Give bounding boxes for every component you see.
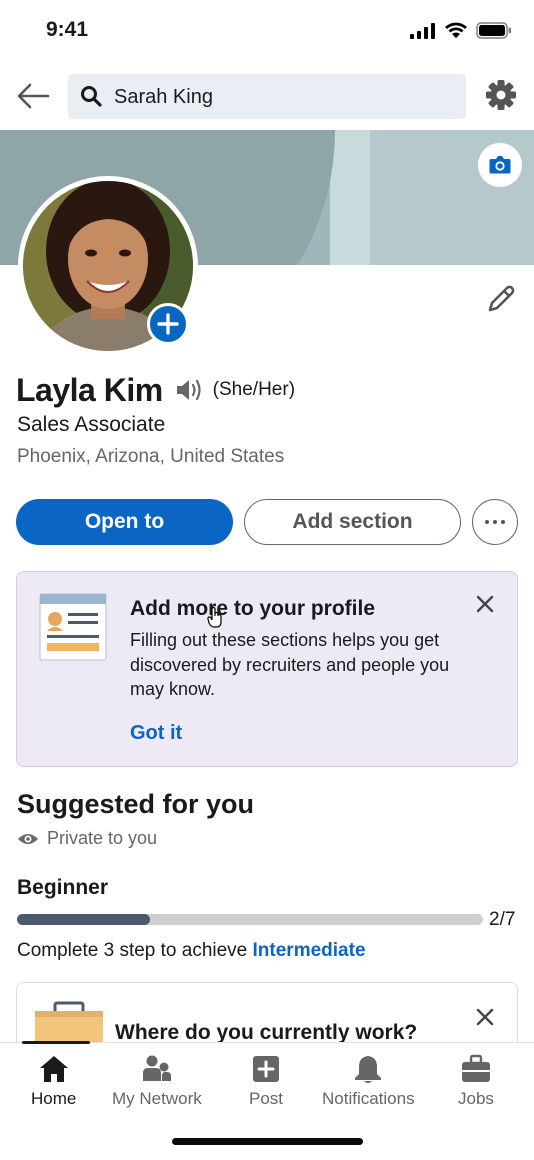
search-icon: [81, 86, 102, 107]
suggested-title: Suggested for you: [17, 789, 255, 819]
privacy-note: Private to you: [17, 828, 157, 849]
profile-tip-card: Add more to your profile Filling out the…: [16, 571, 518, 767]
got-it-link[interactable]: Got it: [130, 722, 182, 745]
nav-my-network[interactable]: My Network: [112, 1053, 202, 1109]
nav-post[interactable]: Post: [249, 1053, 283, 1109]
plus-icon: [157, 313, 179, 335]
close-icon[interactable]: [473, 592, 497, 616]
nav-notifications[interactable]: Notifications: [322, 1053, 415, 1109]
bell-icon: [355, 1056, 382, 1083]
level-label: Beginner: [17, 876, 109, 899]
add-story-button[interactable]: [147, 303, 189, 345]
nav-label: Jobs: [458, 1089, 494, 1108]
gear-icon: [486, 80, 516, 110]
search-input[interactable]: Sarah King: [68, 74, 466, 119]
next-level-text: Complete 3 step to achieve Intermediate: [17, 940, 366, 962]
search-query: Sarah King: [114, 86, 213, 108]
edit-banner-button[interactable]: [478, 143, 522, 187]
settings-button[interactable]: [482, 76, 520, 114]
progress-bar: [17, 914, 483, 925]
nav-label: Home: [31, 1089, 77, 1108]
more-dots-icon: [485, 520, 505, 524]
active-tab-indicator: [22, 1041, 90, 1044]
eye-icon: [18, 833, 38, 844]
more-button[interactable]: [472, 499, 518, 545]
top-bar: Sarah King: [0, 62, 534, 130]
home-icon: [39, 1056, 68, 1082]
tip-title: Add more to your profile: [130, 597, 376, 620]
close-icon[interactable]: [474, 1006, 496, 1028]
progress-count: 2/7: [489, 909, 516, 930]
tip-body: Filling out these sections helps you get…: [130, 630, 450, 699]
wifi-icon: [445, 22, 467, 38]
privacy-label: Private to you: [47, 828, 158, 848]
status-icons: [410, 22, 512, 39]
nav-label: My Network: [112, 1089, 202, 1108]
arrow-left-icon: [17, 83, 50, 109]
signal-icon: [410, 22, 435, 39]
next-level-prefix: Complete 3 step to achieve: [17, 940, 253, 961]
battery-icon: [476, 22, 511, 39]
intermediate-link[interactable]: Intermediate: [253, 940, 366, 961]
nav-jobs[interactable]: Jobs: [458, 1053, 494, 1109]
back-button[interactable]: [14, 76, 54, 116]
home-indicator: [172, 1138, 363, 1145]
nav-label: Notifications: [322, 1089, 415, 1108]
network-icon: [142, 1055, 171, 1081]
edit-profile-button[interactable]: [482, 280, 520, 318]
pencil-icon: [488, 285, 515, 312]
nav-home[interactable]: Home: [31, 1053, 76, 1109]
status-time: 9:41: [46, 18, 89, 41]
profile-name: Layla Kim: [16, 371, 163, 408]
speaker-icon[interactable]: [175, 377, 203, 403]
progress-fill: [17, 914, 151, 925]
pointer-cursor-icon: [207, 607, 222, 628]
add-section-button[interactable]: Add section: [244, 499, 461, 545]
profile-location: Phoenix, Arizona, United States: [17, 446, 285, 467]
briefcase-icon: [461, 1054, 490, 1082]
pronouns: (She/Her): [212, 379, 296, 400]
name-row: Layla Kim (She/Her): [16, 370, 295, 410]
camera-icon: [489, 156, 511, 174]
status-bar: 9:41: [0, 0, 534, 62]
profile-headline: Sales Associate: [17, 413, 166, 436]
post-icon: [253, 1056, 280, 1082]
nav-label: Post: [249, 1089, 284, 1108]
profile-card-icon: [39, 593, 107, 661]
open-to-button[interactable]: Open to: [16, 499, 233, 545]
banner-shape: [330, 130, 370, 265]
